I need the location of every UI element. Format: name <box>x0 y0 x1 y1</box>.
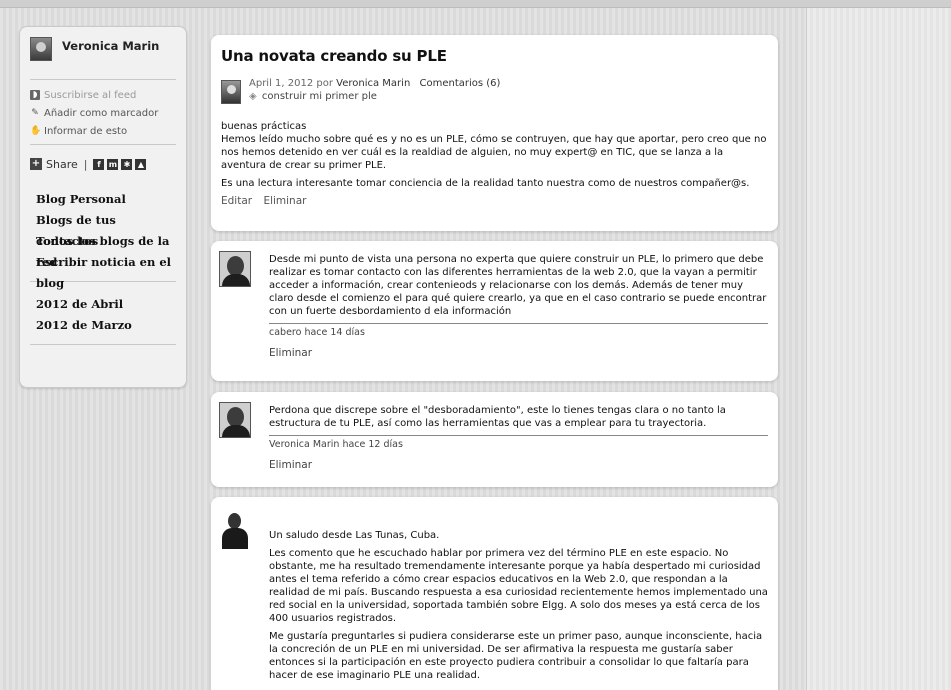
post-paragraph: Es una lectura interesante tomar concien… <box>221 178 750 189</box>
bookmark-label: Añadir como marcador <box>44 107 159 119</box>
tag-link[interactable]: construir mi primer ple <box>262 91 377 102</box>
bookmark-icon: ✎ <box>31 108 39 118</box>
delete-comment-link[interactable]: Eliminar <box>269 459 768 472</box>
comment-text: Les comento que he escuchado hablar por … <box>269 548 768 624</box>
share-label[interactable]: Share <box>46 158 78 171</box>
comment-text: Desde mi punto de vista una persona no e… <box>269 254 767 317</box>
post-title[interactable]: Una novata creando su PLE <box>221 47 768 65</box>
delicious-icon[interactable]: ✱ <box>121 158 133 170</box>
comment-text: Perdona que discrepe sobre el "desborada… <box>269 405 726 429</box>
post-tags: ◈ construir mi primer ple <box>249 90 500 103</box>
comment: Desde mi punto de vista una persona no e… <box>211 241 778 381</box>
myspace-icon[interactable]: m <box>107 158 119 170</box>
comment: Perdona que discrepe sobre el "desborada… <box>211 392 778 487</box>
comments-link[interactable]: Comentarios (6) <box>419 78 500 89</box>
divider <box>30 79 176 80</box>
nav-blog-personal[interactable]: Blog Personal <box>36 189 176 210</box>
digg-icon[interactable]: ▲ <box>135 158 147 170</box>
post-byline: April 1, 2012 por Veronica Marin Comenta… <box>249 77 500 90</box>
edit-post-link[interactable]: Editar <box>221 195 252 207</box>
right-margin <box>806 8 951 690</box>
facebook-icon[interactable]: f <box>93 158 105 170</box>
profile-name[interactable]: Veronica Marin <box>62 39 159 53</box>
comment-signature: Veronica Marin hace 12 días <box>269 435 768 451</box>
nav-all-blogs[interactable]: Todos los blogs de la red <box>36 231 176 269</box>
post-date: April 1, 2012 por <box>249 78 333 89</box>
delete-post-link[interactable]: Eliminar <box>263 195 306 207</box>
comment: Un saludo desde Las Tunas, Cuba. Les com… <box>211 497 778 690</box>
profile[interactable]: Veronica Marin <box>30 37 176 75</box>
divider <box>30 144 176 145</box>
sidebar: Veronica Marin ◗ Suscribirse al feed ✎ A… <box>19 26 187 388</box>
commenter-avatar[interactable] <box>219 402 251 438</box>
report-link[interactable]: ✋ Informar de esto <box>30 122 176 140</box>
rss-icon: ◗ <box>30 90 40 100</box>
subscribe-feed-link[interactable]: ◗ Suscribirse al feed <box>30 86 176 104</box>
divider <box>30 344 176 345</box>
top-bar <box>0 0 951 8</box>
blog-nav: Blog Personal Blogs de tus contactos Tod… <box>30 179 176 290</box>
tag-icon: ◈ <box>249 91 257 102</box>
feed-links: ◗ Suscribirse al feed ✎ Añadir como marc… <box>30 84 176 140</box>
nav-write-post[interactable]: Escribir noticia en el blog <box>36 252 176 290</box>
post-paragraph: Hemos leído mucho sobre qué es y no es u… <box>221 134 767 171</box>
post-meta: April 1, 2012 por Veronica Marin Comenta… <box>221 77 768 104</box>
post-author-link[interactable]: Veronica Marin <box>336 78 410 89</box>
author-avatar[interactable] <box>221 80 241 104</box>
blog-post: Una novata creando su PLE April 1, 2012 … <box>211 35 778 231</box>
share-separator: | <box>83 157 88 171</box>
delete-comment-link[interactable]: Eliminar <box>269 347 768 360</box>
comment-text: Me gustaría preguntarles si pudiera cons… <box>269 631 763 681</box>
report-icon: ✋ <box>30 126 42 136</box>
post-actions: Editar Eliminar <box>221 195 768 207</box>
bookmark-link[interactable]: ✎ Añadir como marcador <box>30 104 176 122</box>
commenter-avatar[interactable] <box>219 513 251 549</box>
comment-signature: cabero hace 14 días <box>269 323 768 339</box>
archive-april-2012[interactable]: 2012 de Abril <box>36 294 176 315</box>
post-paragraph: buenas prácticas <box>221 121 307 132</box>
report-label: Informar de esto <box>44 125 128 137</box>
post-body: buenas prácticas Hemos leído mucho sobre… <box>221 120 768 190</box>
nav-contacts-blogs[interactable]: Blogs de tus contactos <box>36 210 176 248</box>
archive-list: 2012 de Abril 2012 de Marzo <box>30 286 176 336</box>
comment-text: Un saludo desde Las Tunas, Cuba. <box>269 530 440 541</box>
archive-march-2012[interactable]: 2012 de Marzo <box>36 315 176 336</box>
share-plus-icon[interactable]: + <box>30 158 42 170</box>
commenter-avatar[interactable] <box>219 251 251 287</box>
share-bar: + Share | f m ✱ ▲ <box>30 149 176 179</box>
subscribe-feed-label: Suscribirse al feed <box>44 89 137 101</box>
avatar[interactable] <box>30 37 52 61</box>
